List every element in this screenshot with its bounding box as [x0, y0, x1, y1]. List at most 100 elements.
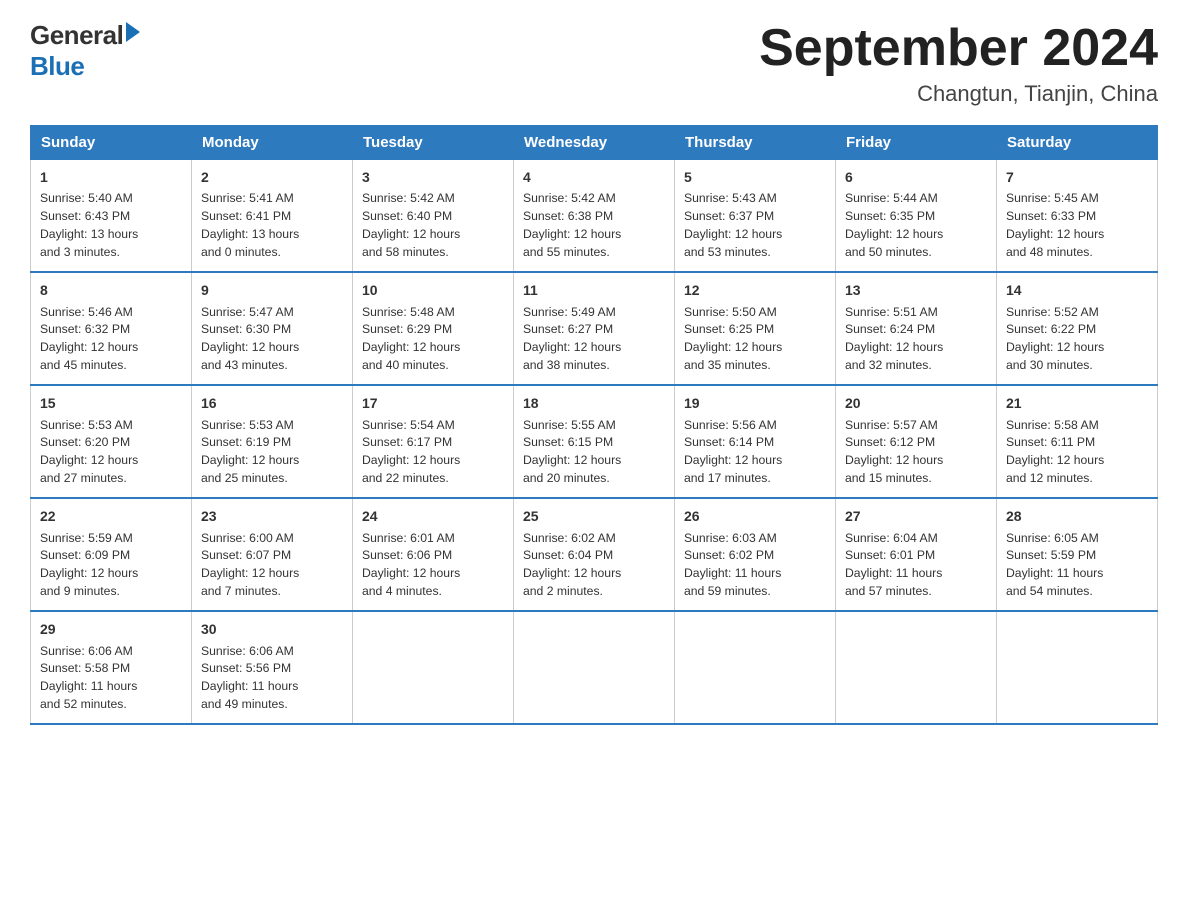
day-cell-16: 16 Sunrise: 5:53 AM Sunset: 6:19 PM Dayli…	[192, 385, 353, 498]
calendar-title: September 2024	[759, 20, 1158, 77]
day-number: 16	[201, 393, 343, 413]
day-number: 27	[845, 506, 987, 526]
day-info: Sunrise: 5:44 AM Sunset: 6:35 PM Dayligh…	[845, 190, 987, 261]
day-number: 20	[845, 393, 987, 413]
day-number: 25	[523, 506, 665, 526]
empty-cell	[353, 611, 514, 724]
day-number: 7	[1006, 167, 1148, 187]
day-number: 11	[523, 280, 665, 300]
day-number: 18	[523, 393, 665, 413]
day-info: Sunrise: 6:05 AM Sunset: 5:59 PM Dayligh…	[1006, 530, 1148, 601]
day-info: Sunrise: 5:41 AM Sunset: 6:41 PM Dayligh…	[201, 190, 343, 261]
day-number: 4	[523, 167, 665, 187]
day-cell-8: 8 Sunrise: 5:46 AM Sunset: 6:32 PM Daylig…	[31, 272, 192, 385]
day-cell-20: 20 Sunrise: 5:57 AM Sunset: 6:12 PM Dayli…	[836, 385, 997, 498]
empty-cell	[514, 611, 675, 724]
day-number: 26	[684, 506, 826, 526]
week-row-4: 22 Sunrise: 5:59 AM Sunset: 6:09 PM Dayli…	[31, 498, 1158, 611]
day-cell-2: 2 Sunrise: 5:41 AM Sunset: 6:41 PM Daylig…	[192, 160, 353, 273]
day-info: Sunrise: 6:02 AM Sunset: 6:04 PM Dayligh…	[523, 530, 665, 601]
day-cell-3: 3 Sunrise: 5:42 AM Sunset: 6:40 PM Daylig…	[353, 160, 514, 273]
day-number: 23	[201, 506, 343, 526]
day-info: Sunrise: 5:58 AM Sunset: 6:11 PM Dayligh…	[1006, 417, 1148, 488]
header-cell-monday: Monday	[192, 126, 353, 160]
empty-cell	[675, 611, 836, 724]
day-number: 5	[684, 167, 826, 187]
day-cell-26: 26 Sunrise: 6:03 AM Sunset: 6:02 PM Dayli…	[675, 498, 836, 611]
day-number: 12	[684, 280, 826, 300]
header-cell-tuesday: Tuesday	[353, 126, 514, 160]
calendar-subtitle: Changtun, Tianjin, China	[759, 81, 1158, 107]
day-info: Sunrise: 6:00 AM Sunset: 6:07 PM Dayligh…	[201, 530, 343, 601]
day-number: 8	[40, 280, 182, 300]
day-info: Sunrise: 5:43 AM Sunset: 6:37 PM Dayligh…	[684, 190, 826, 261]
day-info: Sunrise: 6:06 AM Sunset: 5:56 PM Dayligh…	[201, 643, 343, 714]
header-cell-sunday: Sunday	[31, 126, 192, 160]
logo-arrow-icon	[126, 22, 140, 42]
calendar-table: SundayMondayTuesdayWednesdayThursdayFrid…	[30, 125, 1158, 725]
day-info: Sunrise: 5:55 AM Sunset: 6:15 PM Dayligh…	[523, 417, 665, 488]
day-cell-10: 10 Sunrise: 5:48 AM Sunset: 6:29 PM Dayli…	[353, 272, 514, 385]
day-info: Sunrise: 5:51 AM Sunset: 6:24 PM Dayligh…	[845, 304, 987, 375]
day-number: 9	[201, 280, 343, 300]
day-cell-6: 6 Sunrise: 5:44 AM Sunset: 6:35 PM Daylig…	[836, 160, 997, 273]
day-cell-4: 4 Sunrise: 5:42 AM Sunset: 6:38 PM Daylig…	[514, 160, 675, 273]
logo: General Blue	[30, 20, 140, 82]
day-info: Sunrise: 5:50 AM Sunset: 6:25 PM Dayligh…	[684, 304, 826, 375]
day-number: 6	[845, 167, 987, 187]
day-info: Sunrise: 6:04 AM Sunset: 6:01 PM Dayligh…	[845, 530, 987, 601]
logo-general: General	[30, 20, 123, 51]
header-cell-wednesday: Wednesday	[514, 126, 675, 160]
day-cell-22: 22 Sunrise: 5:59 AM Sunset: 6:09 PM Dayli…	[31, 498, 192, 611]
day-number: 21	[1006, 393, 1148, 413]
page-header: General Blue September 2024 Changtun, Ti…	[30, 20, 1158, 107]
day-cell-29: 29 Sunrise: 6:06 AM Sunset: 5:58 PM Dayli…	[31, 611, 192, 724]
day-info: Sunrise: 5:53 AM Sunset: 6:20 PM Dayligh…	[40, 417, 182, 488]
header-cell-friday: Friday	[836, 126, 997, 160]
day-cell-21: 21 Sunrise: 5:58 AM Sunset: 6:11 PM Dayli…	[997, 385, 1158, 498]
week-row-2: 8 Sunrise: 5:46 AM Sunset: 6:32 PM Daylig…	[31, 272, 1158, 385]
day-info: Sunrise: 6:03 AM Sunset: 6:02 PM Dayligh…	[684, 530, 826, 601]
day-info: Sunrise: 5:52 AM Sunset: 6:22 PM Dayligh…	[1006, 304, 1148, 375]
day-info: Sunrise: 5:42 AM Sunset: 6:38 PM Dayligh…	[523, 190, 665, 261]
day-number: 14	[1006, 280, 1148, 300]
day-number: 2	[201, 167, 343, 187]
day-cell-17: 17Sunrise: 5:54 AM Sunset: 6:17 PM Dayli…	[353, 385, 514, 498]
title-block: September 2024 Changtun, Tianjin, China	[759, 20, 1158, 107]
header-row: SundayMondayTuesdayWednesdayThursdayFrid…	[31, 126, 1158, 160]
day-cell-12: 12 Sunrise: 5:50 AM Sunset: 6:25 PM Dayli…	[675, 272, 836, 385]
day-info: Sunrise: 5:53 AM Sunset: 6:19 PM Dayligh…	[201, 417, 343, 488]
day-info: Sunrise: 5:48 AM Sunset: 6:29 PM Dayligh…	[362, 304, 504, 375]
day-number: 13	[845, 280, 987, 300]
day-number: 1	[40, 167, 182, 187]
day-info: Sunrise: 5:47 AM Sunset: 6:30 PM Dayligh…	[201, 304, 343, 375]
day-info: Sunrise: 5:45 AM Sunset: 6:33 PM Dayligh…	[1006, 190, 1148, 261]
day-number: 10	[362, 280, 504, 300]
day-info: Sunrise: 6:06 AM Sunset: 5:58 PM Dayligh…	[40, 643, 182, 714]
week-row-3: 15 Sunrise: 5:53 AM Sunset: 6:20 PM Dayli…	[31, 385, 1158, 498]
day-cell-19: 19Sunrise: 5:56 AM Sunset: 6:14 PM Dayli…	[675, 385, 836, 498]
day-info: Sunrise: 5:46 AM Sunset: 6:32 PM Dayligh…	[40, 304, 182, 375]
day-info: Sunrise: 5:42 AM Sunset: 6:40 PM Dayligh…	[362, 190, 504, 261]
day-info: Sunrise: 5:59 AM Sunset: 6:09 PM Dayligh…	[40, 530, 182, 601]
day-cell-9: 9 Sunrise: 5:47 AM Sunset: 6:30 PM Daylig…	[192, 272, 353, 385]
week-row-5: 29 Sunrise: 6:06 AM Sunset: 5:58 PM Dayli…	[31, 611, 1158, 724]
day-cell-14: 14 Sunrise: 5:52 AM Sunset: 6:22 PM Dayli…	[997, 272, 1158, 385]
day-number: 19	[684, 393, 826, 413]
day-info: Sunrise: 5:57 AM Sunset: 6:12 PM Dayligh…	[845, 417, 987, 488]
day-number: 22	[40, 506, 182, 526]
day-number: 30	[201, 619, 343, 639]
calendar-header: SundayMondayTuesdayWednesdayThursdayFrid…	[31, 126, 1158, 160]
day-cell-24: 24Sunrise: 6:01 AM Sunset: 6:06 PM Dayli…	[353, 498, 514, 611]
day-number: 17	[362, 393, 504, 413]
day-number: 15	[40, 393, 182, 413]
empty-cell	[997, 611, 1158, 724]
week-row-1: 1 Sunrise: 5:40 AM Sunset: 6:43 PM Daylig…	[31, 160, 1158, 273]
day-cell-13: 13 Sunrise: 5:51 AM Sunset: 6:24 PM Dayli…	[836, 272, 997, 385]
day-cell-25: 25 Sunrise: 6:02 AM Sunset: 6:04 PM Dayli…	[514, 498, 675, 611]
day-number: 3	[362, 167, 504, 187]
header-cell-thursday: Thursday	[675, 126, 836, 160]
day-number: 29	[40, 619, 182, 639]
day-info: Sunrise: 5:40 AM Sunset: 6:43 PM Dayligh…	[40, 190, 182, 261]
day-number: 24	[362, 506, 504, 526]
